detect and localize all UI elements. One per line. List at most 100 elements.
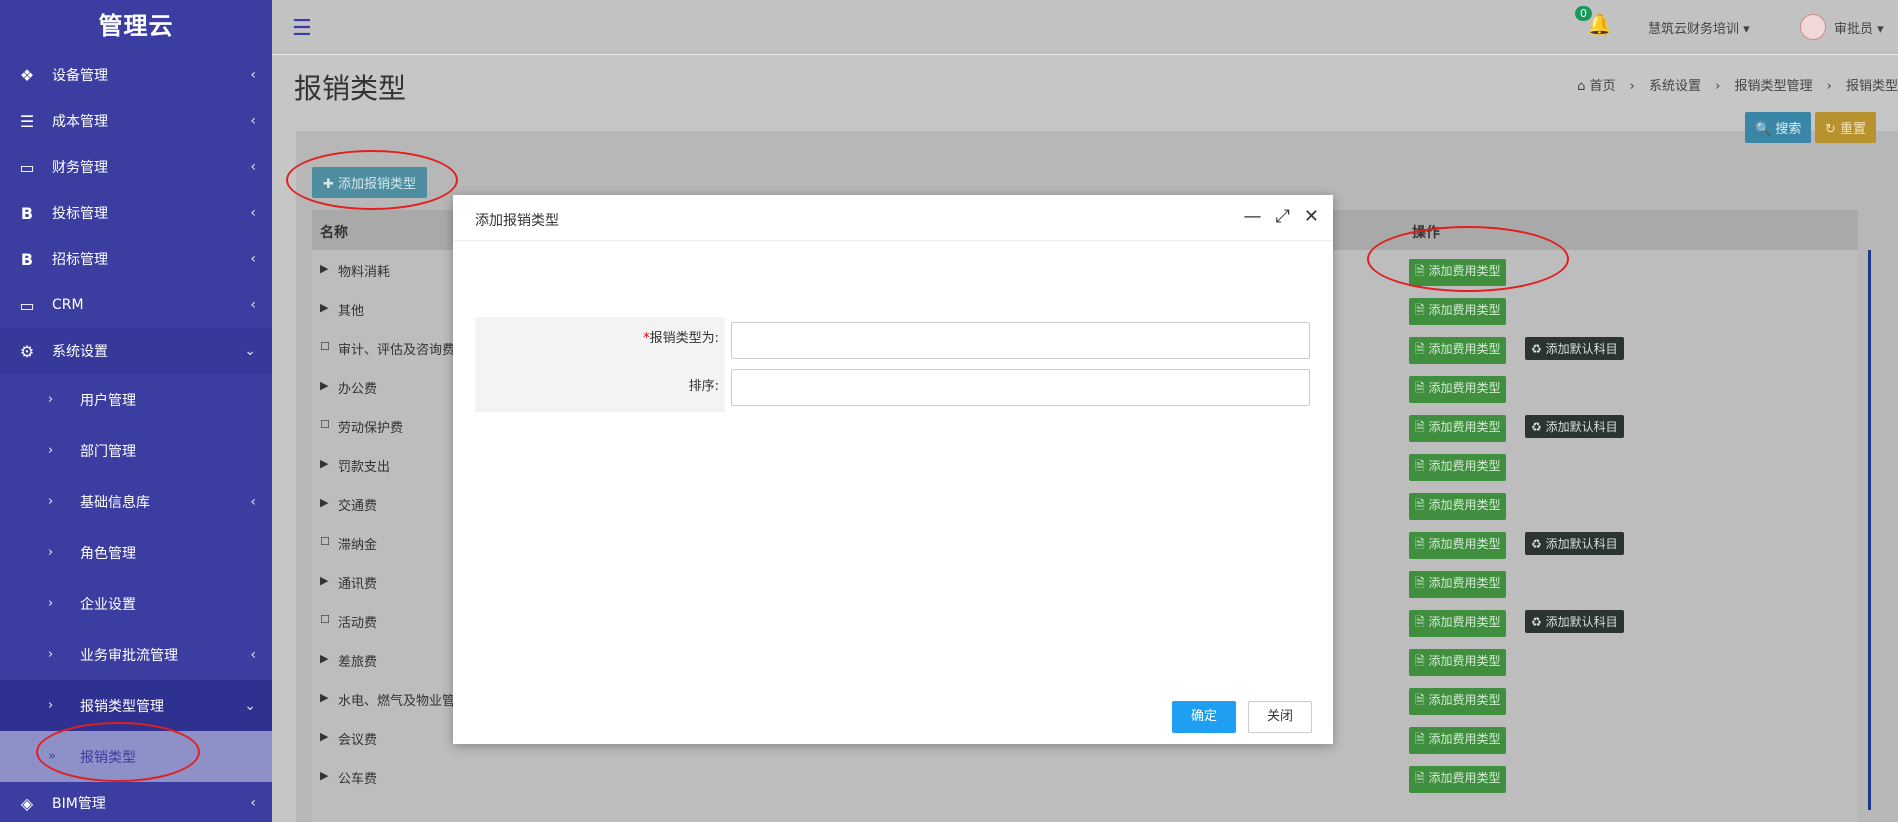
- expand-caret-icon[interactable]: ▶: [320, 730, 328, 743]
- order-field-label: 排序:: [688, 379, 719, 394]
- cubes-icon: ❖: [19, 65, 35, 85]
- leaf-checkbox-icon[interactable]: ☐: [320, 613, 330, 626]
- leaf-checkbox-icon[interactable]: ☐: [320, 535, 330, 548]
- sidebar-subitem[interactable]: › 业务审批流管理 ‹: [0, 629, 272, 680]
- add-fee-type-button[interactable]: 🗎 添加费用类型: [1409, 337, 1507, 364]
- breadcrumb-current: 报销类型: [1845, 79, 1898, 94]
- add-fee-type-button[interactable]: 🗎 添加费用类型: [1409, 415, 1507, 442]
- org-dropdown[interactable]: 慧筑云财务培训 ▾: [1648, 18, 1750, 37]
- breadcrumb-reimb-mgmt[interactable]: 报销类型管理: [1734, 79, 1812, 94]
- add-fee-type-button[interactable]: 🗎 添加费用类型: [1409, 532, 1507, 559]
- sidebar-item[interactable]: ▭ CRM ‹: [0, 282, 272, 328]
- add-default-account-button[interactable]: ♻ 添加默认科目: [1525, 532, 1624, 555]
- sidebar-item[interactable]: ▭ 财务管理 ‹: [0, 144, 272, 190]
- expand-caret-icon[interactable]: ▶: [320, 691, 328, 704]
- search-button[interactable]: 🔍 搜索: [1745, 112, 1812, 143]
- chevron-left-icon: ‹: [250, 493, 256, 510]
- sidebar-subitem[interactable]: › 角色管理: [0, 527, 272, 578]
- row-name: 其他: [338, 304, 365, 319]
- add-fee-type-button[interactable]: 🗎 添加费用类型: [1409, 454, 1507, 481]
- expand-caret-icon[interactable]: ▶: [320, 574, 328, 587]
- chevron-down-icon: ⌄: [244, 697, 256, 714]
- menu-toggle-icon[interactable]: ☰: [292, 16, 312, 41]
- row-name: 通讯费: [338, 577, 378, 592]
- chevron-left-icon: ‹: [250, 113, 256, 129]
- breadcrumb-system[interactable]: 系统设置: [1649, 79, 1701, 94]
- sidebar-subitem[interactable]: › 用户管理: [0, 374, 272, 425]
- column-header-name: 名称: [320, 225, 348, 241]
- sidebar-item-bim[interactable]: ◈ BIM管理 ‹: [0, 780, 272, 822]
- expand-caret-icon[interactable]: ▶: [320, 262, 328, 275]
- dialog-header: 添加报销类型 — ⤢ ✕: [453, 195, 1333, 241]
- minimize-icon[interactable]: —: [1244, 206, 1262, 227]
- avatar[interactable]: [1800, 14, 1826, 40]
- close-button[interactable]: 关闭: [1248, 701, 1312, 733]
- app-brand: 管理云: [98, 12, 174, 40]
- chevron-left-icon: ‹: [250, 795, 256, 811]
- reset-button[interactable]: ↻ 重置: [1815, 112, 1877, 143]
- expand-caret-icon[interactable]: ▶: [320, 769, 328, 782]
- chevron-right-icon: ›: [48, 596, 54, 611]
- confirm-button[interactable]: 确定: [1172, 701, 1236, 733]
- sidebar-item[interactable]: ☰ 成本管理 ‹: [0, 98, 272, 144]
- sidebar-item[interactable]: B 投标管理 ‹: [0, 190, 272, 236]
- add-fee-type-button[interactable]: 🗎 添加费用类型: [1409, 376, 1507, 403]
- home-icon: ⌂: [1577, 79, 1590, 94]
- add-fee-type-button[interactable]: 🗎 添加费用类型: [1409, 298, 1507, 325]
- sidebar-subitem-label: 部门管理: [80, 443, 136, 460]
- sidebar-item-label: BIM管理: [52, 796, 106, 812]
- add-fee-type-button[interactable]: 🗎 添加费用类型: [1409, 727, 1507, 754]
- expand-caret-icon[interactable]: ▶: [320, 496, 328, 509]
- sidebar-subitem-label: 企业设置: [80, 596, 136, 613]
- row-name: 水电、燃气及物业管: [338, 694, 456, 709]
- row-name: 物料消耗: [338, 265, 391, 280]
- sidebar-subitem[interactable]: › 企业设置: [0, 578, 272, 629]
- add-fee-type-button[interactable]: 🗎 添加费用类型: [1409, 610, 1507, 637]
- leaf-checkbox-icon[interactable]: ☐: [320, 418, 330, 431]
- sidebar-subitem-label: 业务审批流管理: [80, 647, 178, 664]
- annotation-ring: [36, 722, 200, 782]
- user-dropdown[interactable]: 审批员 ▾: [1834, 18, 1884, 37]
- leaf-checkbox-icon[interactable]: ☐: [320, 340, 330, 353]
- chevron-right-icon: ›: [48, 647, 54, 662]
- add-fee-type-button[interactable]: 🗎 添加费用类型: [1409, 571, 1507, 598]
- sidebar-item[interactable]: B 招标管理 ‹: [0, 236, 272, 282]
- add-default-account-button[interactable]: ♻ 添加默认科目: [1525, 337, 1624, 360]
- breadcrumb: ⌂ 首页 › 系统设置 › 报销类型管理 › 报销类型: [1577, 75, 1898, 94]
- add-reimbursement-type-dialog: 添加报销类型 — ⤢ ✕ *报销类型为: 排序: 确定 关闭: [453, 195, 1333, 744]
- sidebar-item[interactable]: ⚙ 系统设置 ⌄: [0, 328, 272, 374]
- sidebar-subitem[interactable]: › 基础信息库 ‹: [0, 476, 272, 527]
- row-name: 办公费: [338, 382, 378, 397]
- breadcrumb-home[interactable]: 首页: [1589, 79, 1615, 94]
- expand-caret-icon[interactable]: ▶: [320, 301, 328, 314]
- sidebar-subitem-label: 报销类型管理: [80, 698, 164, 715]
- add-fee-type-button[interactable]: 🗎 添加费用类型: [1409, 688, 1507, 715]
- scrollbar[interactable]: [1868, 250, 1871, 810]
- cube-icon: ◈: [20, 793, 34, 813]
- dialog-title: 添加报销类型: [475, 213, 559, 229]
- close-icon[interactable]: ✕: [1304, 206, 1319, 227]
- sidebar-subitem[interactable]: › 部门管理: [0, 425, 272, 476]
- chevron-left-icon: ‹: [250, 297, 256, 313]
- expand-caret-icon[interactable]: ▶: [320, 652, 328, 665]
- chevron-right-icon: ›: [48, 698, 54, 713]
- notification-badge: 0: [1575, 6, 1592, 21]
- type-name-input[interactable]: [731, 322, 1310, 359]
- page-title: 报销类型: [294, 72, 407, 105]
- add-fee-type-button[interactable]: 🗎 添加费用类型: [1409, 649, 1507, 676]
- add-fee-type-button[interactable]: 🗎 添加费用类型: [1409, 766, 1507, 793]
- sidebar-item[interactable]: ❖ 设备管理 ‹: [0, 52, 272, 98]
- row-name: 差旅费: [338, 655, 378, 670]
- bell-icon[interactable]: 🔔 0: [1575, 6, 1612, 36]
- expand-caret-icon[interactable]: ▶: [320, 379, 328, 392]
- add-fee-type-button[interactable]: 🗎 添加费用类型: [1409, 493, 1507, 520]
- row-name: 活动费: [338, 616, 378, 631]
- add-default-account-button[interactable]: ♻ 添加默认科目: [1525, 415, 1624, 438]
- add-default-account-button[interactable]: ♻ 添加默认科目: [1525, 610, 1624, 633]
- maximize-icon[interactable]: ⤢: [1276, 206, 1290, 227]
- order-input[interactable]: [731, 369, 1310, 406]
- chevron-left-icon: ‹: [250, 251, 256, 267]
- row-name: 公车费: [338, 772, 378, 787]
- list-icon: ☰: [19, 111, 35, 131]
- expand-caret-icon[interactable]: ▶: [320, 457, 328, 470]
